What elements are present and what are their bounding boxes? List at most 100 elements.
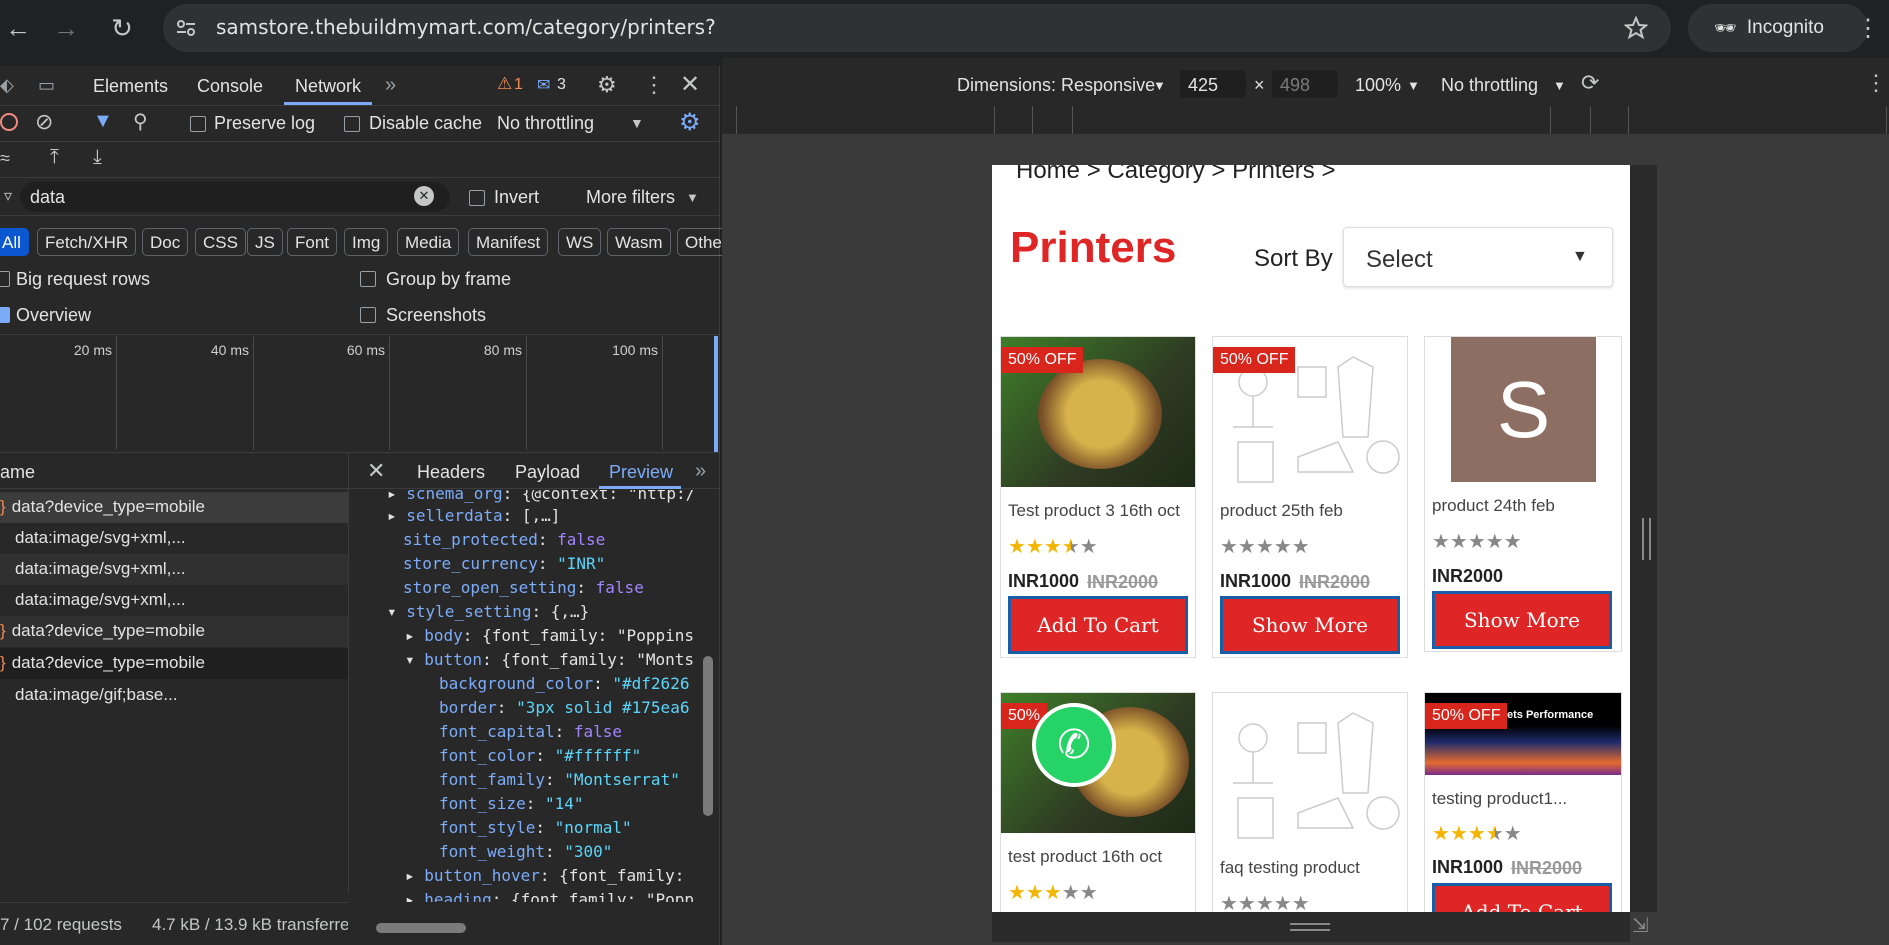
- export-har-icon[interactable]: ⤓: [93, 146, 102, 169]
- dimensions-chevron-icon[interactable]: ▼: [1153, 78, 1166, 93]
- tab-payload[interactable]: Payload: [515, 462, 580, 483]
- product-name[interactable]: faq testing product: [1220, 858, 1360, 878]
- type-filter-fetch-xhr[interactable]: Fetch/XHR: [37, 228, 137, 256]
- group-by-frame-checkbox[interactable]: [360, 271, 376, 287]
- big-rows-checkbox[interactable]: [0, 271, 10, 287]
- type-filter-ws[interactable]: WS: [558, 228, 602, 256]
- request-row[interactable]: data:image/gif;base...: [0, 680, 348, 711]
- json-preview[interactable]: ▸ schema_org: {@context: "http:/ ▸ selle…: [349, 490, 701, 902]
- close-detail-icon[interactable]: ✕: [367, 458, 385, 484]
- resize-handle-right[interactable]: [1642, 518, 1651, 560]
- timeline-selection-handle[interactable]: [714, 336, 718, 452]
- zoom-select[interactable]: 100%: [1355, 75, 1401, 96]
- breadcrumb[interactable]: Home > Category > Printers >: [1016, 165, 1335, 185]
- product-name[interactable]: product 24th feb: [1432, 496, 1555, 516]
- product-card[interactable]: faq testing product ★★★★★: [1212, 692, 1408, 912]
- messages-count[interactable]: 3: [557, 76, 566, 94]
- filter-funnel-icon[interactable]: ▼: [93, 110, 113, 133]
- reload-icon[interactable]: ↻: [104, 10, 140, 46]
- search-icon[interactable]: ⚲: [133, 109, 148, 134]
- browser-menu-icon[interactable]: ⋮: [1850, 10, 1886, 46]
- show-more-button[interactable]: Show More: [1220, 596, 1400, 654]
- forward-arrow-icon[interactable]: →: [48, 10, 84, 46]
- type-filter-js[interactable]: JS: [247, 228, 283, 256]
- network-settings-gear-icon[interactable]: ⚙: [679, 108, 701, 137]
- chevron-down-icon[interactable]: ▼: [630, 115, 644, 131]
- type-filter-img[interactable]: Img: [344, 228, 389, 256]
- overview-checkbox[interactable]: [0, 307, 10, 323]
- request-row[interactable]: data:image/svg+xml,...: [0, 523, 348, 554]
- product-name[interactable]: Test product 3 16th oct: [1008, 501, 1180, 521]
- record-icon[interactable]: [0, 113, 18, 131]
- warnings-count[interactable]: 1: [514, 76, 523, 94]
- throttling-select[interactable]: No throttling: [497, 113, 594, 134]
- whatsapp-chat-button[interactable]: ✆: [1032, 703, 1116, 787]
- bookmark-star-icon[interactable]: [1624, 16, 1648, 40]
- message-icon[interactable]: ✉: [537, 75, 550, 95]
- rotate-icon[interactable]: ⟳: [1581, 70, 1599, 96]
- resize-corner-icon[interactable]: ⇲: [1632, 913, 1649, 938]
- tab-network[interactable]: Network: [295, 76, 361, 97]
- kebab-menu-icon[interactable]: ⋮: [643, 72, 665, 98]
- warning-icon[interactable]: ⚠: [497, 74, 512, 94]
- device-toolbar-icon[interactable]: ▭: [38, 75, 55, 96]
- invert-checkbox[interactable]: [469, 190, 485, 206]
- emulator-menu-icon[interactable]: ⋮: [1865, 70, 1887, 96]
- zoom-chevron-icon[interactable]: ▼: [1407, 78, 1420, 93]
- type-filter-media[interactable]: Media: [397, 228, 460, 256]
- product-card[interactable]: 50% OFF Test product 3 16th oct ★★★★★ IN…: [1000, 336, 1196, 658]
- product-name[interactable]: testing product1...: [1432, 789, 1567, 809]
- sort-select[interactable]: Select ▼: [1343, 227, 1613, 287]
- request-row[interactable]: } data?device_type=mobile: [0, 616, 348, 647]
- disable-cache-checkbox[interactable]: [344, 116, 360, 132]
- width-input[interactable]: 425: [1180, 70, 1246, 98]
- preview-horizontal-scrollbar[interactable]: [376, 923, 466, 933]
- request-row[interactable]: } data?device_type=mobile: [0, 648, 348, 679]
- product-card[interactable]: S product 24th feb ★★★★★ INR2000 Show Mo…: [1424, 336, 1622, 652]
- request-row[interactable]: data:image/svg+xml,...: [0, 554, 348, 585]
- clear-filter-icon[interactable]: ✕: [414, 186, 434, 206]
- network-conditions-icon[interactable]: ≈: [0, 148, 10, 169]
- product-initial-avatar[interactable]: S: [1451, 337, 1596, 482]
- type-filter-css[interactable]: CSS: [195, 228, 246, 256]
- product-name[interactable]: test product 16th oct: [1008, 847, 1162, 867]
- screenshots-checkbox[interactable]: [360, 307, 376, 323]
- clear-icon[interactable]: ⊘: [35, 109, 53, 135]
- type-filter-font[interactable]: Font: [287, 228, 338, 256]
- more-tabs-chevron-icon[interactable]: »: [385, 74, 396, 97]
- height-input[interactable]: 498: [1272, 70, 1338, 98]
- type-filter-wasm[interactable]: Wasm: [607, 228, 671, 256]
- back-arrow-icon[interactable]: ←: [0, 10, 36, 46]
- product-name[interactable]: product 25th feb: [1220, 501, 1343, 521]
- more-filters-chevron-icon[interactable]: ▼: [686, 190, 699, 205]
- preview-vertical-scrollbar[interactable]: [703, 656, 713, 816]
- site-settings-icon[interactable]: [175, 17, 197, 39]
- inspect-element-icon[interactable]: ⬖: [0, 75, 14, 96]
- add-to-cart-button[interactable]: Add To Cart: [1008, 596, 1188, 654]
- tab-elements[interactable]: Elements: [93, 76, 168, 97]
- request-row[interactable]: data:image/svg+xml,...: [0, 585, 348, 616]
- product-card[interactable]: 50% OFF product 25th feb ★★★★★ INR1000 I…: [1212, 336, 1408, 658]
- add-to-cart-button[interactable]: Add To Cart: [1432, 883, 1612, 912]
- more-filters-button[interactable]: More filters: [586, 187, 675, 208]
- type-filter-doc[interactable]: Doc: [142, 228, 189, 256]
- throttling-chevron-icon[interactable]: ▼: [1553, 78, 1566, 93]
- type-filter-all[interactable]: All: [0, 228, 29, 256]
- incognito-indicator[interactable]: 🕶 Incognito: [1688, 4, 1868, 52]
- settings-gear-icon[interactable]: ⚙: [597, 72, 617, 98]
- show-more-button[interactable]: Show More: [1432, 591, 1612, 649]
- type-filter-manifest[interactable]: Manifest: [468, 228, 549, 256]
- tab-console[interactable]: Console: [197, 76, 263, 97]
- tab-preview[interactable]: Preview: [609, 462, 673, 483]
- dimensions-select[interactable]: Dimensions: Responsive: [957, 75, 1155, 96]
- product-card[interactable]: ets Performance 50% OFF testing product1…: [1424, 692, 1622, 912]
- more-detail-tabs-icon[interactable]: »: [695, 460, 706, 483]
- emulator-throttling-select[interactable]: No throttling: [1441, 75, 1538, 96]
- tab-headers[interactable]: Headers: [417, 462, 485, 483]
- preserve-log-checkbox[interactable]: [190, 116, 206, 132]
- request-row[interactable]: } data?device_type=mobile: [0, 492, 348, 523]
- filter-input[interactable]: [20, 182, 450, 212]
- name-column-header[interactable]: ame: [0, 462, 35, 483]
- import-har-icon[interactable]: ⤒: [50, 146, 59, 169]
- product-image-placeholder[interactable]: [1213, 693, 1407, 843]
